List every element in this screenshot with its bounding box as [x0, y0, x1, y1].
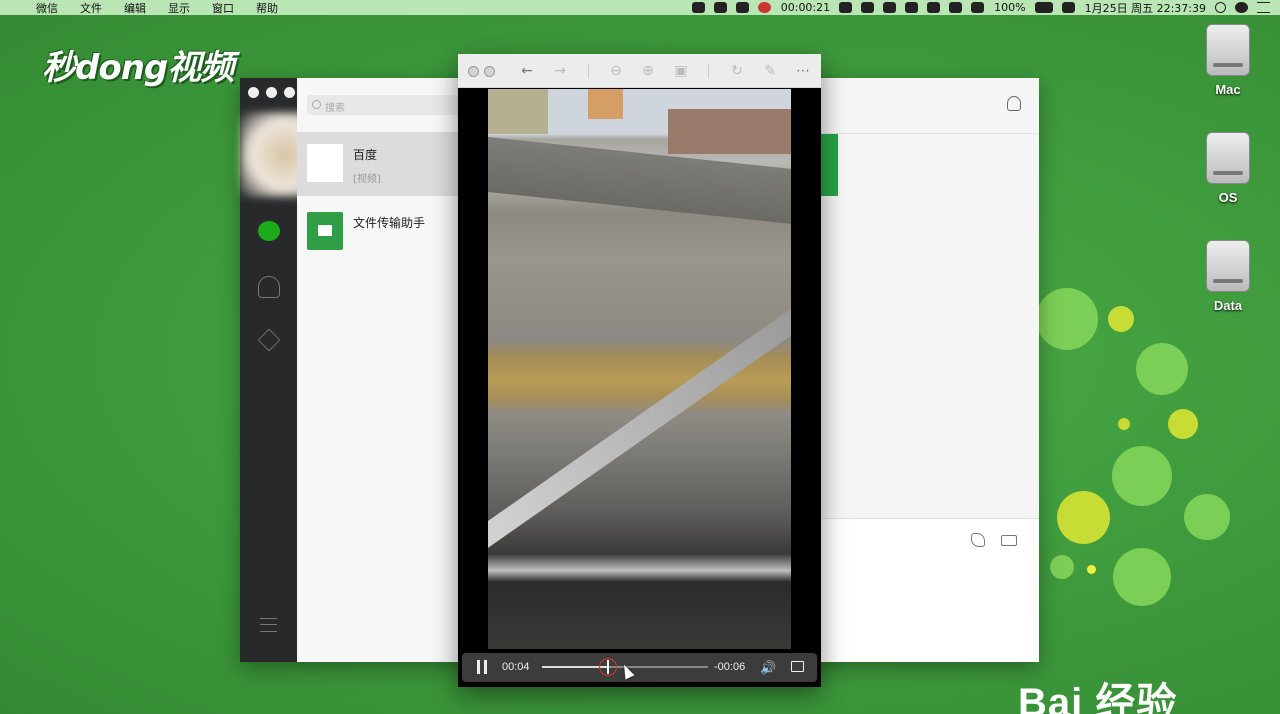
app-tray-icon[interactable]	[839, 2, 853, 13]
deco-circle	[1036, 288, 1098, 350]
clock[interactable]: 1月25日 周五 22:37:39	[1085, 0, 1206, 16]
remaining-time: -00:06	[714, 661, 746, 673]
drive-os[interactable]: OS	[1204, 132, 1252, 205]
shield-tray-icon[interactable]	[735, 2, 749, 13]
video-scene	[668, 109, 791, 154]
cpu-tray-icon[interactable]	[905, 2, 919, 13]
back-arrow-icon[interactable]: ←	[518, 62, 536, 80]
deco-circle	[1108, 306, 1134, 332]
chat-icon[interactable]	[258, 221, 280, 241]
battery-percent[interactable]: 100%	[994, 1, 1025, 14]
toolbar-separator	[588, 64, 589, 78]
zoom-in-icon[interactable]: ⊕	[639, 62, 657, 80]
hard-drive-icon	[1206, 132, 1250, 184]
chat-preview: [视频]	[353, 174, 381, 185]
menu-wechat[interactable]: 微信	[36, 0, 58, 16]
menu-bar: 微信 文件 编辑 显示 窗口 帮助 00:00:21 100% 1月25日 周五…	[0, 0, 1280, 15]
window-controls	[248, 87, 295, 98]
chat-avatar	[307, 144, 343, 182]
chat-item-baidu[interactable]: 百度 [视频]	[297, 132, 460, 196]
drive-label: OS	[1218, 190, 1238, 205]
zoom-out-icon[interactable]: ⊖	[607, 62, 625, 80]
video-scene	[488, 89, 548, 134]
zoom-button[interactable]	[284, 87, 295, 98]
grid-tray-icon[interactable]	[883, 2, 897, 13]
hash-tray-icon[interactable]	[927, 2, 941, 13]
menu-view[interactable]: 显示	[168, 0, 190, 16]
bars-tray-icon[interactable]	[861, 2, 875, 13]
folder-icon	[307, 212, 343, 250]
drive-mac[interactable]: Mac	[1204, 24, 1252, 97]
player-toolbar: ← → ⊖ ⊕ ▣ ↻ ✎ ⋯	[458, 54, 821, 88]
chat-list: 搜索 百度 [视频] 文件传输助手	[297, 78, 477, 662]
minimize-button[interactable]	[266, 87, 277, 98]
battery-icon[interactable]	[1034, 2, 1053, 13]
menu-file[interactable]: 文件	[80, 0, 102, 16]
elapsed-time: 00:04	[502, 661, 530, 673]
more-icon[interactable]: ⋯	[794, 62, 812, 80]
search-icon[interactable]	[1215, 2, 1226, 13]
profile-icon[interactable]	[1007, 96, 1021, 111]
search-input[interactable]: 搜索	[307, 95, 477, 115]
siri-icon[interactable]	[1235, 2, 1248, 13]
menu-help[interactable]: 帮助	[256, 0, 278, 16]
hard-drive-icon	[1206, 240, 1250, 292]
video-player-window: ← → ⊖ ⊕ ▣ ↻ ✎ ⋯ 00:04 -00:06 🔊	[458, 54, 821, 687]
forward-arrow-icon[interactable]: →	[551, 62, 569, 80]
video-scene	[588, 89, 623, 119]
chat-item-file-transfer[interactable]: 文件传输助手	[297, 200, 460, 264]
notification-center-icon[interactable]	[1257, 2, 1270, 13]
video-scene	[488, 308, 791, 568]
deco-circle	[1184, 494, 1230, 540]
airplay-tray-icon[interactable]	[949, 2, 963, 13]
chat-name: 文件传输助手	[353, 216, 426, 230]
wechat-sidebar	[240, 78, 330, 662]
watermark-logo: 秒dong视频	[42, 48, 234, 88]
record-time[interactable]: 00:00:21	[781, 1, 830, 14]
record-tray-icon[interactable]	[757, 2, 771, 13]
cursor-highlight-ring	[599, 658, 618, 676]
hard-drive-icon	[1206, 24, 1250, 76]
baidu-watermark: Bai 经验	[1018, 681, 1178, 714]
video-frame[interactable]	[488, 89, 791, 649]
menu-window[interactable]: 窗口	[212, 0, 234, 16]
airplay-icon[interactable]	[791, 661, 804, 672]
deco-circle	[1136, 343, 1188, 395]
toolbar-separator	[708, 64, 709, 78]
wechat-tray-icon[interactable]	[691, 2, 705, 13]
phone-icon[interactable]	[971, 533, 985, 547]
deco-circle	[1050, 555, 1074, 579]
deco-circle	[1113, 548, 1171, 606]
favorites-icon[interactable]	[257, 328, 281, 352]
input-method-icon[interactable]	[1061, 2, 1075, 13]
edit-icon[interactable]: ✎	[761, 62, 779, 80]
deco-circle	[1087, 565, 1096, 574]
deco-circle	[1118, 418, 1130, 430]
close-button[interactable]	[468, 66, 479, 77]
scissors-tray-icon[interactable]	[713, 2, 727, 13]
drive-label: Data	[1213, 298, 1243, 313]
deco-circle	[1057, 491, 1110, 544]
volume-icon[interactable]: 🔊	[760, 660, 776, 676]
eject-tray-icon[interactable]	[971, 2, 985, 13]
playback-controls: 00:04 -00:06 🔊	[462, 653, 817, 682]
fullscreen-button[interactable]	[484, 66, 495, 77]
menu-icon[interactable]	[260, 618, 277, 632]
rotate-icon[interactable]: ↻	[728, 62, 746, 80]
message-bubble[interactable]	[821, 134, 838, 196]
close-button[interactable]	[248, 87, 259, 98]
chat-name: 百度	[353, 148, 378, 162]
fit-icon[interactable]: ▣	[672, 62, 690, 80]
deco-circle	[1112, 446, 1172, 506]
deco-circle	[1168, 409, 1198, 439]
video-call-icon[interactable]	[1001, 535, 1017, 546]
contacts-icon[interactable]	[258, 276, 280, 298]
pause-icon[interactable]	[477, 660, 487, 674]
menu-edit[interactable]: 编辑	[124, 0, 146, 16]
drive-label: Mac	[1215, 82, 1241, 97]
drive-data[interactable]: Data	[1204, 240, 1252, 313]
